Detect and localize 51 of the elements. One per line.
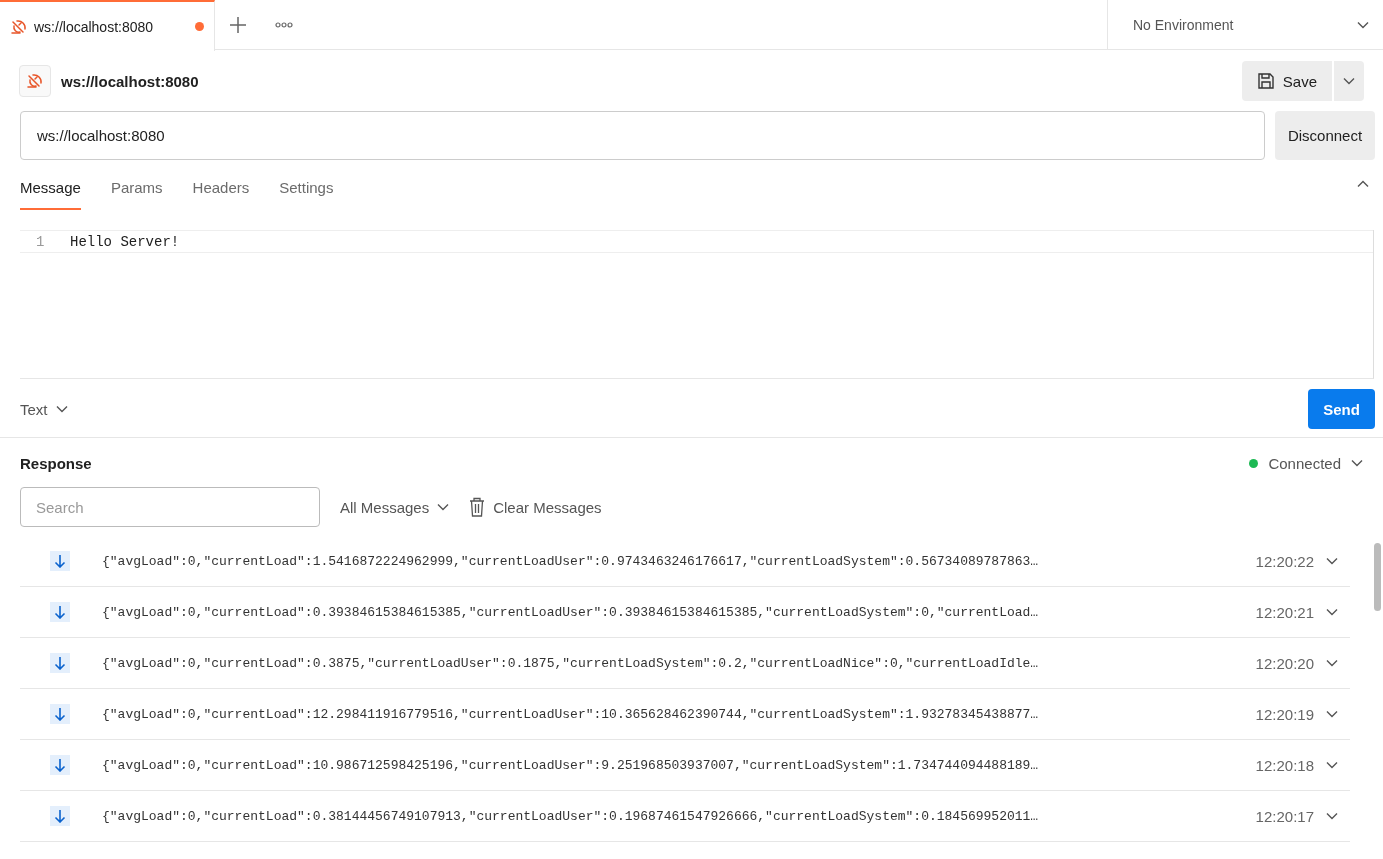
message-text[interactable]: {"avgLoad":0,"currentLoad":1.5416872224962999,"currentLoadUser":0.9743463246176617,"currentLoadSystem":0.56734089787863…	[102, 553, 1182, 569]
search-field[interactable]: Search	[20, 487, 320, 527]
expand-icon	[1326, 710, 1338, 718]
add-icon[interactable]	[230, 16, 246, 33]
chevron-down-icon	[55, 405, 68, 413]
line-number: 1	[35, 233, 46, 250]
collapse-icon	[1357, 180, 1369, 188]
message-text[interactable]: {"avgLoad":0,"currentLoad":10.986712598425196,"currentLoadUser":9.251968503937007,"currentLoadSystem":1.734744094488189…	[102, 757, 1182, 773]
chevron-down-icon	[1351, 459, 1363, 467]
message-time: 12:20:19	[1255, 705, 1314, 723]
connection-status: Connected	[1268, 454, 1341, 472]
request-title: ws://localhost:8080	[61, 72, 199, 90]
message-time: 12:20:21	[1255, 603, 1314, 621]
message-filter-dropdown[interactable]: All Messages	[340, 498, 450, 516]
format-dropdown[interactable]: Text	[20, 400, 68, 418]
url-field[interactable]: ws://localhost:8080	[20, 111, 1265, 160]
clear-messages-button[interactable]: Clear Messages	[469, 497, 602, 517]
editor-tab[interactable]: Params	[110, 179, 163, 210]
trash-icon	[469, 497, 486, 517]
expand-icon	[1326, 608, 1338, 616]
message-text[interactable]: {"avgLoad":0,"currentLoad":0.39384615384615385,"currentLoadUser":0.39384615384615385,"currentLoadSystem":0,"currentLoad…	[102, 604, 1182, 620]
message-time: 12:20:17	[1255, 807, 1314, 825]
editor-tab[interactable]: Headers	[192, 179, 250, 210]
save-icon	[1256, 72, 1275, 90]
chevron-down-icon	[1343, 77, 1355, 85]
editor-tab[interactable]: Message	[20, 179, 81, 210]
environment-dropdown[interactable]: No Environment	[1107, 0, 1383, 49]
save-button[interactable]: Save	[1241, 61, 1332, 101]
scrollbar-thumb[interactable]	[1374, 543, 1381, 611]
chevron-down-icon	[437, 503, 450, 511]
expand-icon	[1326, 761, 1338, 769]
send-button[interactable]: Send	[1308, 389, 1375, 429]
message-editor[interactable]: 1 Hello Server!	[20, 230, 1374, 379]
websocket-icon	[10, 17, 28, 36]
message-text[interactable]: {"avgLoad":0,"currentLoad":0.3875,"currentLoadUser":0.1875,"currentLoadSystem":0.2,"currentLoadNice":0,"currentLoadIdle…	[102, 655, 1182, 671]
message-time: 12:20:18	[1255, 756, 1314, 774]
request-tab[interactable]: ws://localhost:8080	[0, 0, 215, 51]
expand-icon	[1326, 659, 1338, 667]
code-line: Hello Server!	[70, 233, 180, 250]
message-time: 12:20:22	[1255, 552, 1314, 570]
expand-icon	[1326, 557, 1338, 565]
message-text[interactable]: {"avgLoad":0,"currentLoad":0.38144456749107913,"currentLoadUser":0.19687461547926666,"currentLoadSystem":0.184569952011…	[102, 808, 1182, 824]
expand-icon	[1326, 812, 1338, 820]
message-time: 12:20:20	[1255, 654, 1314, 672]
editor-tab[interactable]: Settings	[279, 179, 334, 210]
message-text[interactable]: {"avgLoad":0,"currentLoad":12.298411916779516,"currentLoadUser":10.365628462390744,"currentLoadSystem":1.93278345438877…	[102, 706, 1182, 722]
chevron-down-icon	[1357, 20, 1369, 29]
disconnect-button[interactable]: Disconnect	[1275, 111, 1375, 160]
websocket-icon	[26, 72, 44, 90]
more-icon[interactable]	[275, 21, 293, 28]
response-title: Response	[20, 454, 92, 472]
